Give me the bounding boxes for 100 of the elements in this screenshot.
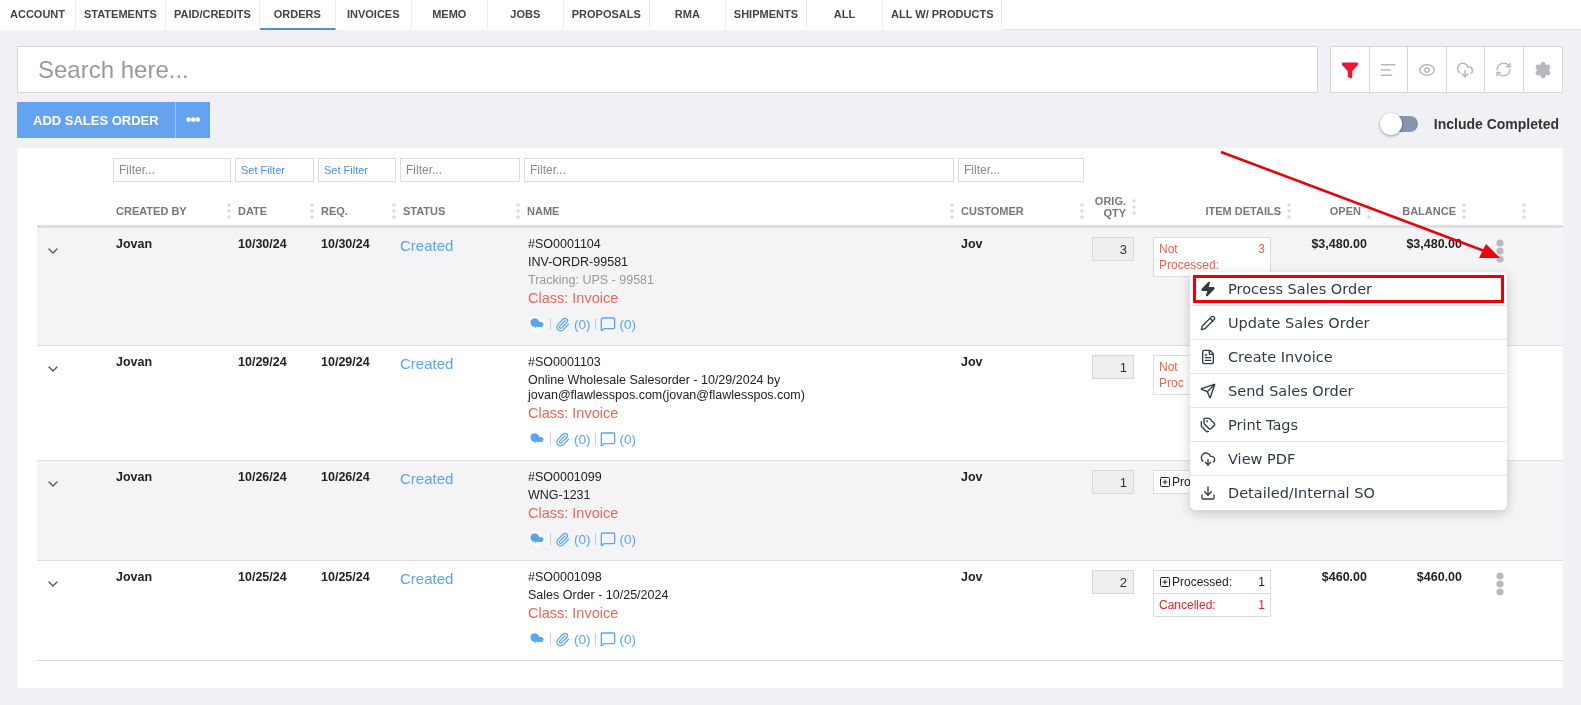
filter-field[interactable]: Filter... [524, 158, 954, 182]
table-cell-text: 10/26/24 [320, 470, 371, 484]
column-resize-handle[interactable] [1287, 203, 1291, 219]
tab[interactable]: PROPOSALS [563, 0, 650, 30]
status-text: Created [400, 355, 455, 372]
column-header: OPEN [1329, 205, 1361, 217]
column-resize-handle[interactable] [1367, 203, 1371, 219]
row-menu-button[interactable] [1496, 239, 1504, 263]
filter-field[interactable]: Filter... [113, 158, 231, 182]
toggle-switch[interactable] [1381, 116, 1418, 132]
column-resize-handle[interactable] [516, 203, 520, 219]
table-cell-text: Jovan [115, 237, 154, 251]
filter-field[interactable]: Filter... [958, 158, 1084, 182]
order-text: #SO0001099 [528, 470, 603, 485]
paperclip-icon[interactable] [555, 316, 570, 332]
status-text: Created [400, 570, 455, 587]
comment-icon[interactable] [599, 316, 616, 332]
column-header: REQ. [321, 205, 348, 217]
order-text: Class: Invoice [528, 506, 620, 521]
tab[interactable]: ALL [807, 0, 883, 30]
comment-icon[interactable] [599, 531, 616, 547]
order-text: Online Wholesale Salesorder - 10/29/2024 by jovan@flawlesspos.com(jovan@flawlesspos.com) [528, 373, 806, 403]
tab[interactable]: RMA [649, 0, 726, 30]
column-header: STATUS [403, 205, 446, 217]
search-field[interactable]: Search here... [17, 46, 1318, 93]
table-cell-text: Jov [960, 355, 984, 369]
menu-item[interactable]: Send Sales Order [1190, 374, 1507, 408]
tab[interactable]: ORDERS [259, 0, 336, 30]
tab[interactable]: INVOICES [335, 0, 412, 30]
table-cell-text: Jovan [115, 470, 154, 484]
quantity-field: 2 [1092, 570, 1134, 594]
filter-field[interactable]: Filter... [400, 158, 520, 182]
table-cell-text: Jov [960, 237, 984, 251]
comment-icon[interactable] [599, 431, 616, 447]
column-header: BALANCE [1402, 205, 1456, 217]
send-icon [1200, 382, 1216, 399]
column-header: ITEM DETAILS [1205, 205, 1281, 217]
item-status-text: Cancelled: [1159, 597, 1216, 613]
table-cell-text: Jovan [115, 570, 154, 584]
order-text: #SO0001104 [528, 237, 602, 252]
item-count: 1 [1258, 574, 1265, 590]
column-resize-handle[interactable] [310, 203, 314, 219]
status-text: Created [400, 470, 455, 487]
document-icon [1200, 348, 1216, 365]
table-cell-text: Jov [960, 570, 984, 584]
column-resize-handle[interactable] [392, 203, 396, 219]
column-resize-handle[interactable] [1462, 203, 1466, 219]
order-text: #SO0001098 [528, 570, 603, 585]
tab[interactable]: MEMO [411, 0, 488, 30]
paperclip-icon[interactable] [555, 531, 570, 547]
tab[interactable]: ALL W/ PRODUCTS [883, 0, 1003, 30]
menu-item[interactable]: View PDF [1190, 442, 1507, 476]
table-cell-text: 10/25/24 [320, 570, 371, 584]
item-status-text: Pro [1172, 474, 1191, 490]
menu-item[interactable]: Print Tags [1190, 408, 1507, 442]
order-text: WNG-1231 [528, 488, 592, 503]
menu-item[interactable]: Update Sales Order [1190, 306, 1507, 340]
tags-icon [1200, 416, 1216, 433]
order-text: Class: Invoice [528, 406, 620, 421]
menu-item[interactable]: Process Sales Order [1190, 272, 1507, 306]
column-resize-handle[interactable] [1522, 203, 1526, 219]
toggle-label: Include Completed [1433, 116, 1559, 132]
quantity-field: 1 [1092, 355, 1134, 379]
column-resize-handle[interactable] [1132, 199, 1136, 215]
column-resize-handle[interactable] [1080, 203, 1084, 219]
tab[interactable]: JOBS [487, 0, 564, 30]
row-menu-button[interactable] [1496, 572, 1504, 596]
order-text: Class: Invoice [528, 291, 620, 306]
order-text: Sales Order - 10/25/2024 [528, 588, 670, 603]
paperclip-icon[interactable] [555, 431, 570, 447]
column-resize-handle[interactable] [950, 203, 954, 219]
column-resize-handle[interactable] [227, 203, 231, 219]
item-status-text: Processed: [1172, 574, 1233, 590]
expand-icon[interactable] [1159, 476, 1171, 488]
order-text: Class: Invoice [528, 606, 620, 621]
table-cell-text: 10/26/24 [237, 470, 288, 484]
table-cell-text: $3,480.00 [1405, 237, 1463, 251]
status-text: Created [400, 237, 455, 254]
table-cell-text: Jov [960, 470, 984, 484]
order-text: #SO0001103 [528, 355, 602, 370]
tab[interactable]: ACCOUNT [0, 0, 76, 30]
table-cell-text: 10/25/24 [237, 570, 288, 584]
expand-icon[interactable] [1159, 576, 1171, 588]
tab[interactable]: PAID/CREDITS [165, 0, 260, 30]
column-header: DATE [238, 205, 268, 217]
menu-item[interactable]: Detailed/Internal SO [1190, 476, 1507, 510]
cloud-download-icon [1200, 450, 1216, 467]
item-status-text: Not Processed: [1159, 241, 1220, 273]
cloud-download-icon[interactable] [528, 530, 546, 548]
tab[interactable]: SHIPMENTS [725, 0, 807, 30]
cloud-download-icon[interactable] [528, 315, 546, 333]
tab[interactable]: STATEMENTS [76, 0, 166, 30]
item-count: 1 [1258, 597, 1265, 613]
table-cell-text: 10/30/24 [237, 237, 288, 251]
comment-icon[interactable] [599, 631, 616, 647]
menu-item[interactable]: Create Invoice [1190, 340, 1507, 374]
order-text: Tracking: UPS - 99581 [528, 273, 655, 288]
table-cell-text: $460.00 [1320, 570, 1368, 584]
column-header: CREATED BY [116, 205, 187, 217]
paperclip-icon[interactable] [555, 631, 570, 647]
